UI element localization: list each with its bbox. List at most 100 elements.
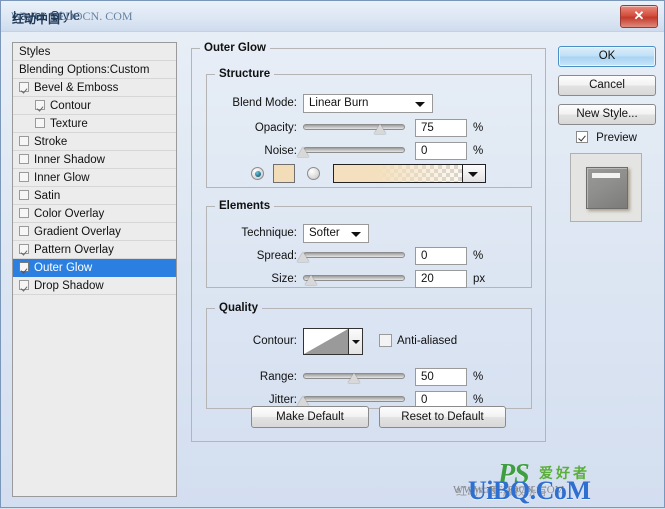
slider-track — [303, 275, 405, 281]
slider-thumb[interactable] — [374, 124, 386, 134]
reset-to-default-button[interactable]: Reset to Default — [379, 406, 506, 428]
size-label: Size: — [211, 270, 297, 288]
title-bar: Layer Style WWW. REDOCN. COM 红动中国 ✕ — [1, 1, 664, 32]
style-item-checkbox[interactable] — [19, 172, 29, 182]
style-item-label: Pattern Overlay — [34, 241, 114, 259]
style-item-stroke[interactable]: Stroke — [13, 133, 176, 151]
preview-label: Preview — [596, 132, 637, 144]
watermark-ps-logo-cn: 爱好者 — [539, 463, 590, 483]
technique-select[interactable]: Softer — [303, 224, 369, 243]
styles-header-label: Styles — [19, 43, 50, 61]
size-unit: px — [473, 270, 485, 288]
technique-label: Technique: — [211, 224, 297, 242]
preview-highlight — [592, 173, 620, 178]
spread-slider[interactable] — [303, 248, 405, 264]
spread-label: Spread: — [211, 247, 297, 265]
opacity-label: Opacity: — [211, 119, 297, 137]
noise-input[interactable]: 0 — [415, 142, 467, 160]
style-preview-thumbnail — [570, 153, 642, 222]
chevron-down-icon — [351, 232, 361, 237]
styles-list-header[interactable]: Styles — [13, 43, 176, 61]
style-item-color-overlay[interactable]: Color Overlay — [13, 205, 176, 223]
style-item-label: Stroke — [34, 133, 67, 151]
style-item-gradient-overlay[interactable]: Gradient Overlay — [13, 223, 176, 241]
style-item-checkbox[interactable] — [19, 226, 29, 236]
style-item-inner-glow[interactable]: Inner Glow — [13, 169, 176, 187]
slider-thumb[interactable] — [297, 396, 309, 406]
blending-options-label: Blending Options:Custom — [19, 61, 149, 79]
slider-thumb[interactable] — [348, 373, 360, 383]
glow-gradient-picker[interactable] — [333, 164, 486, 183]
blend-mode-label: Blend Mode: — [211, 94, 297, 112]
style-item-checkbox[interactable] — [19, 154, 29, 164]
noise-slider[interactable] — [303, 143, 405, 159]
make-default-button[interactable]: Make Default — [251, 406, 369, 428]
style-item-label: Bevel & Emboss — [34, 79, 118, 97]
style-item-contour[interactable]: Contour — [13, 97, 176, 115]
size-slider[interactable] — [303, 271, 405, 287]
elements-group: Elements Technique: Softer Spread: 0 % S… — [206, 200, 532, 288]
style-item-texture[interactable]: Texture — [13, 115, 176, 133]
contour-label: Contour: — [211, 332, 297, 350]
style-item-drop-shadow[interactable]: Drop Shadow — [13, 277, 176, 295]
style-item-checkbox[interactable] — [19, 82, 29, 92]
slider-thumb[interactable] — [305, 275, 317, 285]
style-item-outer-glow[interactable]: Outer Glow — [13, 259, 176, 277]
contour-dropdown-icon[interactable] — [349, 328, 363, 355]
anti-aliased-checkbox[interactable] — [379, 334, 392, 347]
structure-group: Structure Blend Mode: Linear Burn Opacit… — [206, 68, 532, 188]
slider-track — [303, 396, 405, 402]
layer-style-dialog: Layer Style WWW. REDOCN. COM 红动中国 ✕ Styl… — [0, 0, 665, 508]
slider-thumb[interactable] — [297, 147, 309, 157]
range-unit: % — [473, 368, 483, 386]
settings-area: Outer Glow Structure Blend Mode: Linear … — [191, 42, 546, 497]
style-item-label: Inner Shadow — [34, 151, 105, 169]
slider-thumb[interactable] — [297, 252, 309, 262]
style-item-checkbox[interactable] — [19, 244, 29, 254]
blend-mode-select[interactable]: Linear Burn — [303, 94, 433, 113]
style-item-checkbox[interactable] — [19, 280, 29, 290]
style-item-checkbox[interactable] — [19, 262, 29, 272]
opacity-unit: % — [473, 119, 483, 137]
quality-group: Quality Contour: Anti-aliased Range: 50 … — [206, 302, 532, 409]
style-item-checkbox[interactable] — [19, 190, 29, 200]
style-effects-list: Bevel & EmbossContourTextureStrokeInner … — [13, 79, 176, 295]
style-item-pattern-overlay[interactable]: Pattern Overlay — [13, 241, 176, 259]
style-item-checkbox[interactable] — [35, 118, 45, 128]
preview-checkbox[interactable] — [576, 131, 588, 143]
technique-value: Softer — [309, 227, 340, 239]
size-input[interactable]: 20 — [415, 270, 467, 288]
slider-track — [303, 147, 405, 153]
chevron-down-icon[interactable] — [462, 165, 485, 182]
fill-color-radio[interactable] — [251, 167, 264, 180]
style-item-inner-shadow[interactable]: Inner Shadow — [13, 151, 176, 169]
new-style-button[interactable]: New Style... — [558, 104, 656, 125]
preview-checkbox-row[interactable]: Preview — [576, 131, 637, 147]
style-item-checkbox[interactable] — [35, 100, 45, 110]
style-item-satin[interactable]: Satin — [13, 187, 176, 205]
ok-button[interactable]: OK — [558, 46, 656, 67]
close-icon[interactable]: ✕ — [620, 5, 658, 28]
style-item-bevel-emboss[interactable]: Bevel & Emboss — [13, 79, 176, 97]
contour-curve-icon — [304, 329, 348, 354]
outer-glow-title: Outer Glow — [200, 42, 270, 54]
spread-input[interactable]: 0 — [415, 247, 467, 265]
glow-color-swatch[interactable] — [273, 164, 295, 183]
slider-track — [303, 124, 405, 130]
style-item-label: Outer Glow — [34, 259, 92, 277]
contour-preview[interactable] — [303, 328, 349, 355]
blend-mode-value: Linear Burn — [309, 97, 368, 109]
opacity-slider[interactable] — [303, 120, 405, 136]
style-item-checkbox[interactable] — [19, 136, 29, 146]
quality-legend: Quality — [215, 302, 262, 314]
outer-glow-group: Outer Glow Structure Blend Mode: Linear … — [191, 42, 546, 442]
cancel-button[interactable]: Cancel — [558, 75, 656, 96]
range-input[interactable]: 50 — [415, 368, 467, 386]
style-item-label: Contour — [50, 97, 91, 115]
opacity-input[interactable]: 75 — [415, 119, 467, 137]
range-slider[interactable] — [303, 369, 405, 385]
fill-gradient-radio[interactable] — [307, 167, 320, 180]
style-item-checkbox[interactable] — [19, 208, 29, 218]
style-item-label: Color Overlay — [34, 205, 104, 223]
blending-options-row[interactable]: Blending Options:Custom — [13, 61, 176, 79]
